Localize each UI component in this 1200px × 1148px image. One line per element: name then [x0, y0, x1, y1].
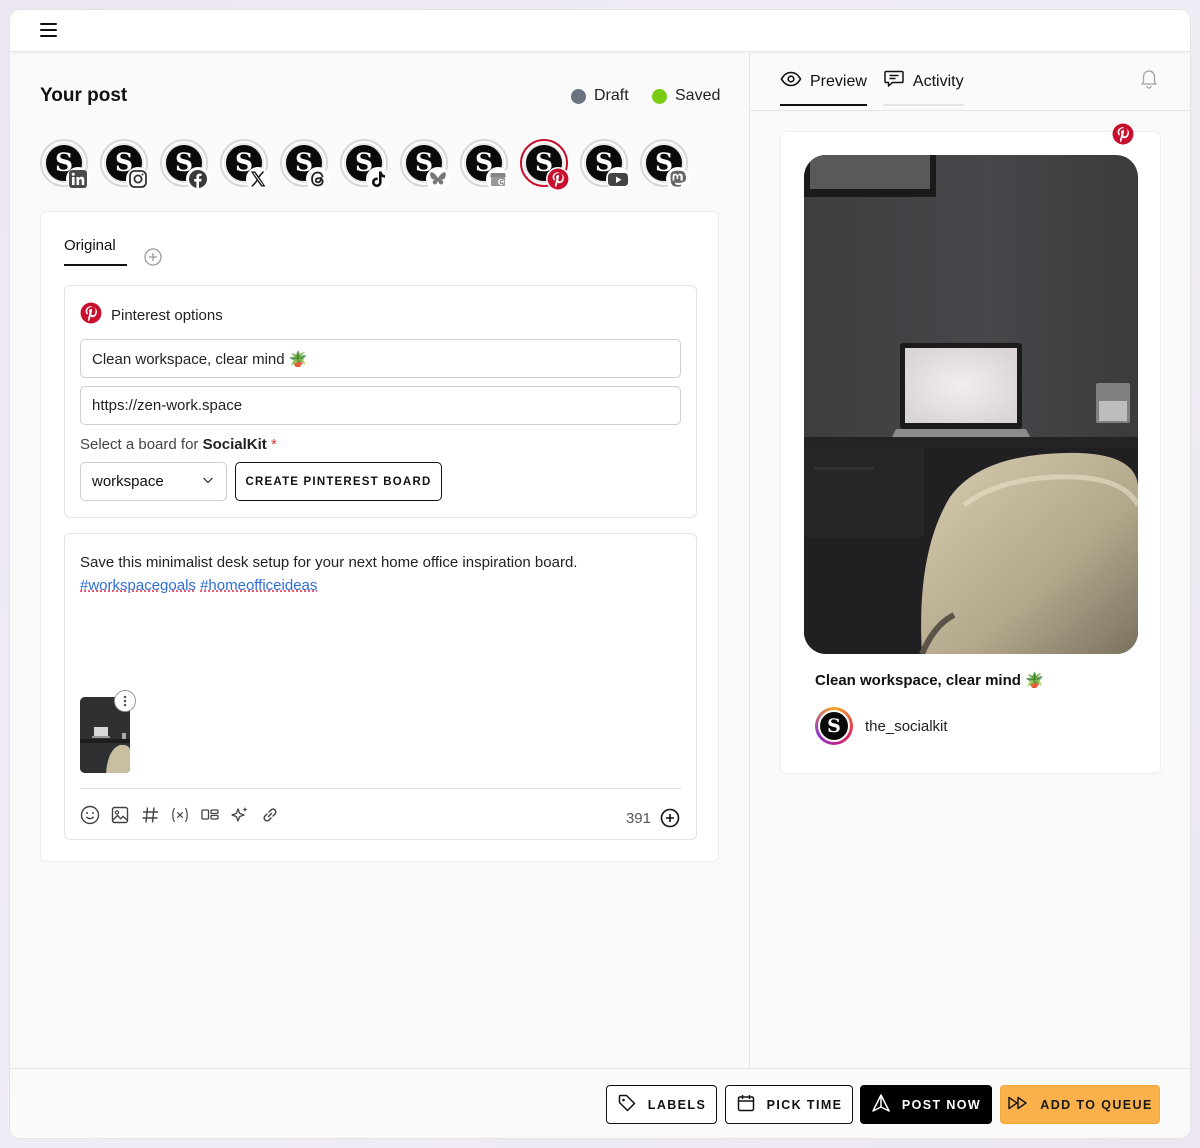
post-text-editor[interactable]: Save this minimalist desk setup for your…: [64, 533, 697, 840]
top-bar: [10, 10, 1190, 52]
chevron-down-icon: [201, 473, 215, 491]
account-selector: S S S S S S S S G S S S: [40, 139, 690, 191]
pin-title: Clean workspace, clear mind 🪴: [815, 672, 1044, 689]
labels-button-label: LABELS: [647, 1097, 707, 1112]
youtube-icon: [606, 167, 630, 191]
eye-icon: [780, 71, 802, 92]
preview-pane: Preview Activity Clean workspace, clear …: [750, 53, 1190, 1068]
preview-tabs: Preview Activity: [780, 69, 964, 106]
threads-icon: [306, 167, 330, 191]
account-mastodon[interactable]: S: [640, 139, 690, 191]
add-to-queue-button[interactable]: ADD TO QUEUE: [1000, 1085, 1160, 1124]
facebook-icon: [186, 167, 210, 191]
tab-original[interactable]: Original: [64, 237, 127, 266]
post-now-button-label: POST NOW: [901, 1097, 982, 1112]
pick-time-button[interactable]: PICK TIME: [725, 1085, 853, 1124]
calendar-icon: [736, 1093, 756, 1116]
hashtag-icon[interactable]: [140, 804, 160, 826]
post-body-text: Save this minimalist desk setup for your…: [80, 554, 578, 571]
fast-forward-icon: [1007, 1095, 1029, 1114]
pick-time-button-label: PICK TIME: [766, 1097, 843, 1112]
mastodon-icon: [666, 167, 690, 191]
hashtag[interactable]: #workspacegoals: [80, 577, 196, 594]
post-now-button[interactable]: POST NOW: [860, 1085, 992, 1124]
pinterest-icon: [546, 167, 570, 191]
account-tiktok[interactable]: S: [340, 139, 390, 191]
labels-button[interactable]: LABELS: [606, 1085, 717, 1124]
post-editor-card: Original Pinterest options Clean workspa…: [40, 211, 719, 862]
status-draft: Draft: [571, 87, 629, 105]
tabs-underline: [750, 110, 1190, 111]
character-count: 391: [625, 810, 651, 827]
account-bluesky[interactable]: S: [400, 139, 450, 191]
tag-icon: [617, 1093, 637, 1116]
hashtag[interactable]: #homeofficeideas: [200, 577, 317, 594]
add-to-queue-button-label: ADD TO QUEUE: [1040, 1097, 1153, 1112]
page-title: Your post: [40, 85, 128, 106]
pin-preview-card: Clean workspace, clear mind 🪴 S the_soci…: [780, 131, 1161, 774]
tab-preview[interactable]: Preview: [780, 69, 867, 106]
x-icon: [246, 167, 270, 191]
board-select-value: workspace: [92, 473, 164, 490]
pinterest-options-panel: Pinterest options Clean workspace, clear…: [64, 285, 697, 518]
account-linkedin[interactable]: S: [40, 139, 90, 191]
board-label-account: SocialKit: [202, 436, 267, 453]
app-window: Your post Draft Saved S S S S S S S S G …: [10, 10, 1190, 1138]
toolbar-divider: [80, 788, 681, 789]
linkedin-icon: [66, 167, 90, 191]
account-facebook[interactable]: S: [160, 139, 210, 191]
status-saved: Saved: [652, 87, 720, 105]
draft-dot-icon: [571, 88, 586, 104]
status-saved-label: Saved: [675, 87, 721, 104]
pinterest-options-header: Pinterest options: [80, 302, 223, 328]
account-instagram[interactable]: S: [100, 139, 150, 191]
bluesky-icon: [426, 167, 450, 191]
link-icon[interactable]: [260, 804, 280, 826]
hamburger-icon[interactable]: [40, 23, 62, 41]
create-pinterest-board-button[interactable]: CREATE PINTEREST BOARD: [235, 462, 442, 501]
send-icon: [871, 1093, 891, 1116]
account-google-business[interactable]: S G: [460, 139, 510, 191]
pin-image: [804, 155, 1138, 654]
account-x[interactable]: S: [220, 139, 270, 191]
bell-icon[interactable]: [1139, 67, 1159, 89]
account-threads[interactable]: S: [280, 139, 330, 191]
pin-username: the_socialkit: [865, 717, 948, 735]
status-draft-label: Draft: [594, 87, 629, 104]
comment-icon: [883, 69, 905, 94]
tab-activity[interactable]: Activity: [882, 69, 964, 106]
instagram-icon: [126, 167, 150, 191]
editor-pane: Your post Draft Saved S S S S S S S S G …: [10, 53, 750, 1068]
action-bar: LABELS PICK TIME POST NOW ADD TO QUEUE: [10, 1068, 1190, 1138]
variable-icon[interactable]: [170, 804, 190, 826]
add-version-icon[interactable]: [144, 248, 162, 266]
add-circle-icon[interactable]: [660, 808, 680, 828]
tiktok-icon: [366, 167, 390, 191]
board-select[interactable]: workspace: [80, 462, 227, 501]
tab-activity-label: Activity: [912, 72, 964, 90]
pinterest-options-title: Pinterest options: [111, 306, 223, 324]
ai-sparkle-icon[interactable]: [230, 804, 250, 826]
account-pinterest[interactable]: S: [520, 139, 570, 191]
pin-title-field[interactable]: Clean workspace, clear mind 🪴: [80, 339, 681, 378]
post-text[interactable]: Save this minimalist desk setup for your…: [80, 551, 680, 597]
google-business-icon: G: [486, 167, 510, 191]
emoji-icon[interactable]: [80, 804, 100, 826]
board-label-prefix: Select a board for: [80, 436, 203, 453]
pinterest-icon: [80, 302, 102, 328]
pin-author: S the_socialkit: [815, 707, 948, 745]
layout-icon[interactable]: [200, 804, 220, 826]
saved-dot-icon: [652, 88, 667, 104]
board-select-label: Select a board for SocialKit *: [80, 436, 277, 453]
pinterest-corner-icon: [1112, 123, 1134, 145]
svg-text:G: G: [499, 180, 503, 186]
editor-toolbar: [80, 804, 280, 826]
avatar: S: [815, 707, 853, 745]
required-marker: *: [270, 436, 277, 453]
more-vertical-icon[interactable]: [114, 690, 136, 712]
tab-preview-label: Preview: [810, 72, 867, 90]
account-youtube[interactable]: S: [580, 139, 630, 191]
image-icon[interactable]: [110, 804, 130, 826]
pin-link-field[interactable]: https://zen-work.space: [80, 386, 681, 425]
